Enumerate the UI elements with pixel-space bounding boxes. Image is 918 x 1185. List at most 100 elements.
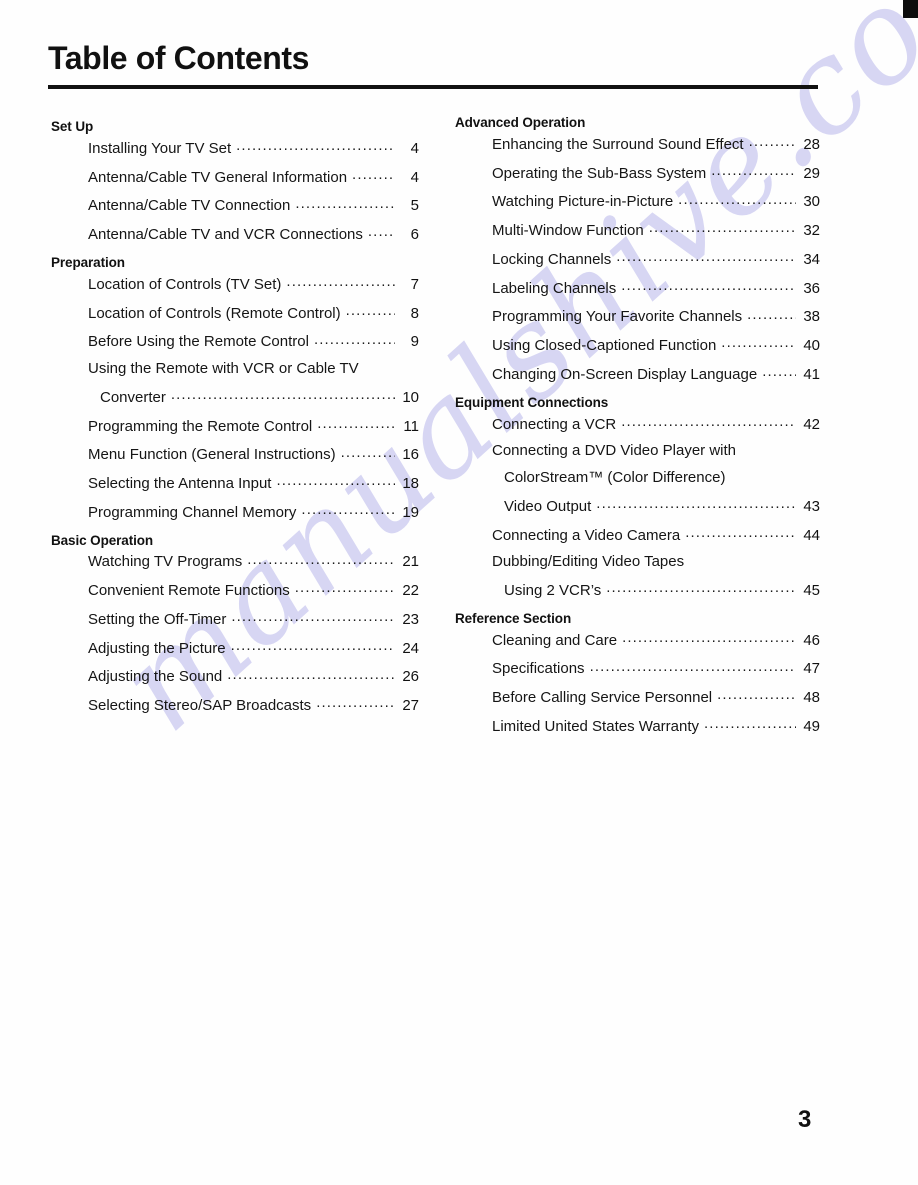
toc-leader-dots (368, 225, 395, 239)
toc-entry-page-number: 27 (402, 697, 419, 715)
toc-entry[interactable]: Using 2 VCR’s 45 (504, 581, 820, 599)
toc-leader-dots (762, 365, 796, 379)
toc-entry-label: Multi-Window Function (492, 222, 644, 240)
toc-entry[interactable]: Programming the Remote Control 11 (88, 417, 419, 435)
toc-entry[interactable]: Antenna/Cable TV and VCR Connections 6 (88, 225, 419, 243)
toc-entry-page-number: 48 (803, 689, 820, 707)
toc-entry-page-number: 9 (410, 333, 419, 351)
toc-entry-label: Connecting a VCR (492, 415, 617, 433)
toc-leader-dots (341, 445, 395, 459)
toc-entry-page-number: 45 (803, 582, 820, 600)
document-page: manualshive.com Table of Contents Set Up… (0, 0, 918, 1185)
toc-section: Advanced Operation Enhancing the Surround… (455, 114, 820, 383)
toc-entry-page-number: 4 (410, 139, 419, 157)
toc-entry[interactable]: ColorStream™ (Color Difference) (504, 470, 820, 486)
toc-entry[interactable]: Convenient Remote Functions 22 (88, 581, 419, 599)
toc-entry[interactable]: Adjusting the Picture 24 (88, 639, 419, 657)
toc-entry[interactable]: Programming Your Favorite Channels 38 (492, 307, 820, 325)
toc-entry[interactable]: Antenna/Cable TV General Information 4 (88, 168, 419, 186)
toc-entry[interactable]: Adjusting the Sound 26 (88, 667, 419, 685)
toc-entry-label: Enhancing the Surround Sound Effect (492, 135, 744, 153)
toc-entry-label: Dubbing/Editing Video Tapes (492, 553, 685, 571)
toc-entry-page-number: 42 (803, 415, 820, 433)
toc-entry-label: Adjusting the Picture (88, 639, 226, 657)
toc-entry-label: Setting the Off-Timer (88, 610, 227, 628)
toc-leader-dots (346, 304, 395, 318)
toc-entry[interactable]: Cleaning and Care 46 (492, 631, 820, 649)
toc-entry-page-number: 30 (803, 193, 820, 211)
toc-leader-dots (295, 581, 395, 595)
toc-entry-label: Menu Function (General Instructions) (88, 446, 336, 464)
toc-entry-page-number: 38 (803, 308, 820, 326)
toc-entry[interactable]: Converter 10 (100, 388, 419, 406)
toc-entry-label: Antenna/Cable TV and VCR Connections (88, 226, 363, 244)
toc-leader-dots (231, 610, 395, 624)
toc-leader-dots (317, 417, 395, 431)
toc-entry[interactable]: Setting the Off-Timer 23 (88, 610, 419, 628)
toc-entry-label: Watching TV Programs (88, 553, 243, 571)
toc-entry[interactable]: Dubbing/Editing Video Tapes (492, 554, 820, 570)
toc-entry-page-number: 21 (402, 553, 419, 571)
toc-entry[interactable]: Specifications 47 (492, 659, 820, 677)
toc-entry[interactable]: Locking Channels 34 (492, 250, 820, 268)
toc-leader-dots (171, 388, 395, 402)
toc-entry-page-number: 11 (403, 417, 419, 435)
toc-entry-label: Programming Your Favorite Channels (492, 308, 743, 326)
toc-leader-dots (704, 717, 796, 731)
toc-entry[interactable]: Watching TV Programs 21 (88, 552, 419, 570)
toc-entry-label: Labeling Channels (492, 279, 617, 297)
toc-entry-page-number: 18 (402, 475, 419, 493)
toc-section: Reference Section Cleaning and Care 46 Spec… (455, 610, 820, 735)
toc-entry[interactable]: Antenna/Cable TV Connection 5 (88, 196, 419, 214)
toc-entry[interactable]: Using Closed-Captioned Function 40 (492, 336, 820, 354)
toc-leader-dots (711, 164, 796, 178)
toc-entry-page-number: 46 (803, 631, 820, 649)
toc-entry-page-number: 23 (402, 610, 419, 628)
toc-entry[interactable]: Connecting a DVD Video Player with (492, 443, 820, 459)
toc-leader-dots (227, 667, 395, 681)
toc-entry-page-number: 28 (803, 135, 820, 153)
toc-section-title: Set Up (51, 119, 94, 134)
toc-entry-page-number: 47 (803, 660, 820, 678)
toc-entry[interactable]: Changing On-Screen Display Language 41 (492, 365, 820, 383)
toc-entry[interactable]: Multi-Window Function 32 (492, 221, 820, 239)
toc-entry-label: Using the Remote with VCR or Cable TV (88, 360, 359, 378)
toc-leader-dots (286, 275, 395, 289)
toc-entry[interactable]: Location of Controls (Remote Control) 8 (88, 304, 419, 322)
toc-entry[interactable]: Limited United States Warranty 49 (492, 717, 820, 735)
toc-entry[interactable]: Operating the Sub-Bass System 29 (492, 164, 820, 182)
toc-entry-label: Connecting a DVD Video Player with (492, 442, 737, 460)
toc-entry[interactable]: Video Output 43 (504, 497, 820, 515)
toc-entry[interactable]: Installing Your TV Set 4 (88, 139, 419, 157)
toc-entry-page-number: 24 (402, 639, 419, 657)
toc-entry[interactable]: Connecting a Video Camera 44 (492, 526, 820, 544)
toc-entry[interactable]: Menu Function (General Instructions) 16 (88, 445, 419, 463)
toc-leader-dots (747, 307, 796, 321)
toc-entry-label: Antenna/Cable TV Connection (88, 197, 291, 215)
toc-entry[interactable]: Connecting a VCR 42 (492, 415, 820, 433)
toc-section-title: Preparation (51, 254, 125, 270)
toc-entry-page-number: 26 (402, 668, 419, 686)
toc-leader-dots (236, 139, 395, 153)
toc-entry-label: Before Calling Service Personnel (492, 689, 713, 707)
toc-entry[interactable]: Location of Controls (TV Set) 7 (88, 275, 419, 293)
toc-entry[interactable]: Using the Remote with VCR or Cable TV (88, 361, 419, 377)
toc-entry-label: Connecting a Video Camera (492, 526, 681, 544)
toc-entry[interactable]: Enhancing the Surround Sound Effect 28 (492, 135, 820, 153)
toc-leader-dots (622, 631, 796, 645)
toc-entry[interactable]: Selecting Stereo/SAP Broadcasts 27 (88, 696, 419, 714)
toc-entry-page-number: 49 (803, 717, 820, 735)
toc-entry-page-number: 4 (410, 168, 419, 186)
toc-entry-page-number: 16 (402, 446, 419, 464)
toc-leader-dots (231, 639, 395, 653)
toc-leader-dots (717, 688, 796, 702)
toc-entry[interactable]: Labeling Channels 36 (492, 279, 820, 297)
toc-entry[interactable]: Before Using the Remote Control 9 (88, 332, 419, 350)
toc-entry[interactable]: Watching Picture-in-Picture 30 (492, 192, 820, 210)
toc-section: Preparation Location of Controls (TV Set)… (51, 254, 419, 521)
toc-entry-label: Operating the Sub-Bass System (492, 164, 707, 182)
toc-entry[interactable]: Programming Channel Memory 19 (88, 503, 419, 521)
toc-entry[interactable]: Before Calling Service Personnel 48 (492, 688, 820, 706)
toc-entry[interactable]: Selecting the Antenna Input 18 (88, 474, 419, 492)
toc-leader-dots (276, 474, 395, 488)
